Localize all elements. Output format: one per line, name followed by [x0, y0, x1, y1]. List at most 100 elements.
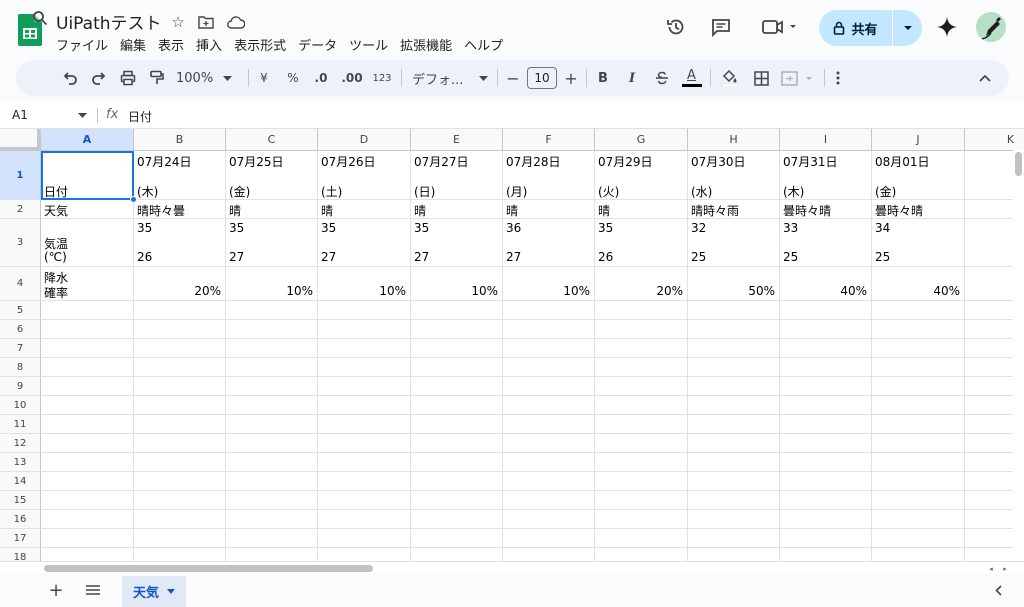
- vertical-scrollbar[interactable]: [1013, 150, 1024, 563]
- row-header-9[interactable]: 9: [0, 377, 41, 396]
- strikethrough-icon[interactable]: [652, 60, 672, 96]
- cell-j2[interactable]: 曇時々晴: [872, 200, 965, 219]
- cell-j1[interactable]: 08月01日 (金): [872, 151, 965, 200]
- column-header-c[interactable]: C: [226, 129, 318, 151]
- meet-icon[interactable]: [759, 13, 799, 41]
- cell-d3[interactable]: 35 27: [318, 219, 411, 267]
- column-header-k[interactable]: K: [965, 129, 1024, 151]
- row-header-2[interactable]: 2: [0, 200, 41, 219]
- column-header-a[interactable]: A: [41, 129, 134, 151]
- version-history-icon[interactable]: [662, 13, 690, 41]
- scroll-left-arrow-icon[interactable]: ◂: [985, 564, 997, 573]
- currency-format-button[interactable]: ¥: [254, 60, 274, 96]
- cell-h2[interactable]: 晴時々雨: [688, 200, 780, 219]
- avatar[interactable]: [976, 12, 1006, 42]
- menu-extensions[interactable]: 拡張機能: [394, 33, 458, 56]
- row-header-3[interactable]: 3: [0, 219, 41, 267]
- column-header-e[interactable]: E: [411, 129, 503, 151]
- row-header-15[interactable]: 15: [0, 491, 41, 510]
- font-family-select[interactable]: デフォ...: [412, 60, 488, 96]
- collapse-menus-icon[interactable]: [975, 60, 995, 96]
- spreadsheet-grid[interactable]: A B C D E F G H I J K 1 2 3 4 5 6 7 8 9 …: [0, 129, 1024, 563]
- cell-c4[interactable]: 10%: [226, 267, 318, 301]
- gemini-sparkle-icon[interactable]: [933, 13, 961, 41]
- cell-i2[interactable]: 曇時々晴: [780, 200, 872, 219]
- menu-help[interactable]: ヘルプ: [458, 33, 509, 56]
- print-icon[interactable]: [116, 60, 140, 96]
- cell-b3[interactable]: 35 26: [134, 219, 226, 267]
- scroll-right-arrow-icon[interactable]: ▸: [999, 564, 1011, 573]
- fill-handle[interactable]: [130, 196, 137, 203]
- cell-c3[interactable]: 35 27: [226, 219, 318, 267]
- cell-g3[interactable]: 35 26: [595, 219, 688, 267]
- column-header-i[interactable]: I: [780, 129, 872, 151]
- cell-d4[interactable]: 10%: [318, 267, 411, 301]
- select-all-corner[interactable]: [0, 129, 41, 151]
- cell-g1[interactable]: 07月29日 (火): [595, 151, 688, 200]
- cell-e2[interactable]: 晴: [411, 200, 503, 219]
- row-header-14[interactable]: 14: [0, 472, 41, 491]
- row-header-16[interactable]: 16: [0, 510, 41, 529]
- menu-edit[interactable]: 編集: [114, 33, 152, 56]
- column-header-g[interactable]: G: [595, 129, 688, 151]
- column-header-d[interactable]: D: [318, 129, 411, 151]
- row-header-11[interactable]: 11: [0, 415, 41, 434]
- cell-g4[interactable]: 20%: [595, 267, 688, 301]
- cloud-status-icon[interactable]: [226, 12, 246, 32]
- cell-g2[interactable]: 晴: [595, 200, 688, 219]
- menu-tools[interactable]: ツール: [343, 33, 394, 56]
- cell-i4[interactable]: 40%: [780, 267, 872, 301]
- cell-h3[interactable]: 32 25: [688, 219, 780, 267]
- redo-icon[interactable]: [87, 60, 111, 96]
- column-header-j[interactable]: J: [872, 129, 965, 151]
- increase-font-size-button[interactable]: +: [562, 60, 580, 96]
- italic-button[interactable]: I: [623, 60, 641, 96]
- share-main-button[interactable]: 共有: [819, 10, 893, 46]
- formula-input[interactable]: 日付: [128, 108, 152, 125]
- sheet-tab-active[interactable]: 天気: [122, 576, 186, 607]
- cell-i3[interactable]: 33 25: [780, 219, 872, 267]
- column-header-b[interactable]: B: [134, 129, 226, 151]
- menu-data[interactable]: データ: [292, 33, 343, 56]
- row-header-17[interactable]: 17: [0, 529, 41, 548]
- cell-i1[interactable]: 07月31日 (木): [780, 151, 872, 200]
- cell-d2[interactable]: 晴: [318, 200, 411, 219]
- undo-icon[interactable]: [58, 60, 82, 96]
- row-header-6[interactable]: 6: [0, 320, 41, 339]
- increase-decimal-button[interactable]: .00: [339, 60, 365, 96]
- add-sheet-icon[interactable]: +: [46, 580, 66, 601]
- cell-e4[interactable]: 10%: [411, 267, 503, 301]
- menu-insert[interactable]: 挿入: [190, 33, 228, 56]
- cell-a3[interactable]: 気温 (℃): [41, 219, 134, 267]
- menu-view[interactable]: 表示: [152, 33, 190, 56]
- cell-b2[interactable]: 晴時々曇: [134, 200, 226, 219]
- row-header-12[interactable]: 12: [0, 434, 41, 453]
- cell-c1[interactable]: 07月25日 (金): [226, 151, 318, 200]
- empty-cells-grid[interactable]: [41, 301, 1024, 563]
- vertical-scroll-thumb[interactable]: [1015, 152, 1022, 176]
- row-header-8[interactable]: 8: [0, 358, 41, 377]
- menu-format[interactable]: 表示形式: [228, 33, 292, 56]
- bold-button[interactable]: B: [594, 60, 612, 96]
- expand-side-panel-icon[interactable]: [990, 582, 1006, 598]
- name-box[interactable]: A1: [12, 108, 28, 122]
- cell-j4[interactable]: 40%: [872, 267, 965, 301]
- zoom-select[interactable]: 100%: [176, 60, 242, 96]
- cell-f1[interactable]: 07月28日 (月): [503, 151, 595, 200]
- cell-b1[interactable]: 07月24日 (木): [134, 151, 226, 200]
- cell-a4[interactable]: 降水 確率: [41, 267, 134, 301]
- cell-e3[interactable]: 35 27: [411, 219, 503, 267]
- menu-file[interactable]: ファイル: [50, 33, 114, 56]
- move-folder-icon[interactable]: [196, 12, 216, 32]
- cell-d1[interactable]: 07月26日 (土): [318, 151, 411, 200]
- row-header-13[interactable]: 13: [0, 453, 41, 472]
- row-header-5[interactable]: 5: [0, 301, 41, 320]
- horizontal-scroll-thumb[interactable]: [44, 565, 373, 572]
- cell-b4[interactable]: 20%: [134, 267, 226, 301]
- cell-h4[interactable]: 50%: [688, 267, 780, 301]
- text-color-button[interactable]: A: [681, 60, 703, 96]
- comments-icon[interactable]: [707, 13, 735, 41]
- column-header-h[interactable]: H: [688, 129, 780, 151]
- cell-f3[interactable]: 36 27: [503, 219, 595, 267]
- decrease-decimal-button[interactable]: .0: [310, 60, 332, 96]
